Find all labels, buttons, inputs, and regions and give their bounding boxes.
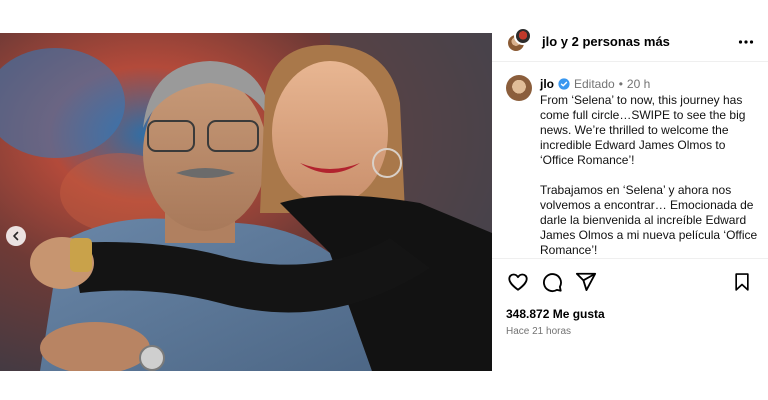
- caption-text: From ‘Selena’ to now, this journey has c…: [540, 93, 758, 257]
- like-button[interactable]: [506, 270, 530, 294]
- more-options-button[interactable]: [738, 34, 754, 55]
- post-photo: [0, 33, 492, 371]
- posted-time[interactable]: Hace 21 horas: [506, 326, 754, 337]
- post-actions-section: 348.872 Me gusta Hace 21 horas: [492, 258, 768, 337]
- action-bar: [506, 269, 754, 295]
- post-media[interactable]: [0, 33, 492, 371]
- chevron-left-icon: [13, 231, 19, 241]
- share-icon: [575, 272, 597, 291]
- bookmark-icon: [735, 273, 749, 291]
- edited-label: Editado: [574, 77, 615, 91]
- post-side-panel: jlo y 2 personas más jlo Editado • 20 h …: [492, 22, 768, 371]
- more-horizontal-icon: [738, 40, 754, 44]
- caption-meta: jlo Editado • 20 h: [540, 76, 760, 92]
- post-time[interactable]: 20 h: [627, 76, 650, 92]
- header-username[interactable]: jlo: [542, 34, 557, 49]
- instagram-post: jlo y 2 personas más jlo Editado • 20 h …: [0, 0, 768, 400]
- comment-icon: [543, 273, 562, 293]
- likes-count[interactable]: 348.872 Me gusta: [506, 307, 754, 321]
- comment-button[interactable]: [540, 270, 564, 294]
- carousel-prev-button[interactable]: [6, 226, 26, 246]
- verified-badge-icon: [558, 78, 570, 90]
- avatar[interactable]: [506, 75, 532, 101]
- share-button[interactable]: [574, 270, 598, 294]
- collab-avatars[interactable]: [506, 26, 536, 57]
- post-caption: jlo Editado • 20 h From ‘Selena’ to now,…: [506, 72, 760, 262]
- avatar: [514, 26, 532, 45]
- meta-separator: •: [618, 77, 623, 91]
- caption-username[interactable]: jlo: [540, 76, 554, 92]
- save-button[interactable]: [730, 270, 754, 294]
- post-header: jlo y 2 personas más: [492, 22, 768, 62]
- collab-title[interactable]: jlo y 2 personas más: [542, 34, 670, 49]
- heart-icon: [508, 273, 528, 291]
- header-others[interactable]: y 2 personas más: [557, 34, 670, 49]
